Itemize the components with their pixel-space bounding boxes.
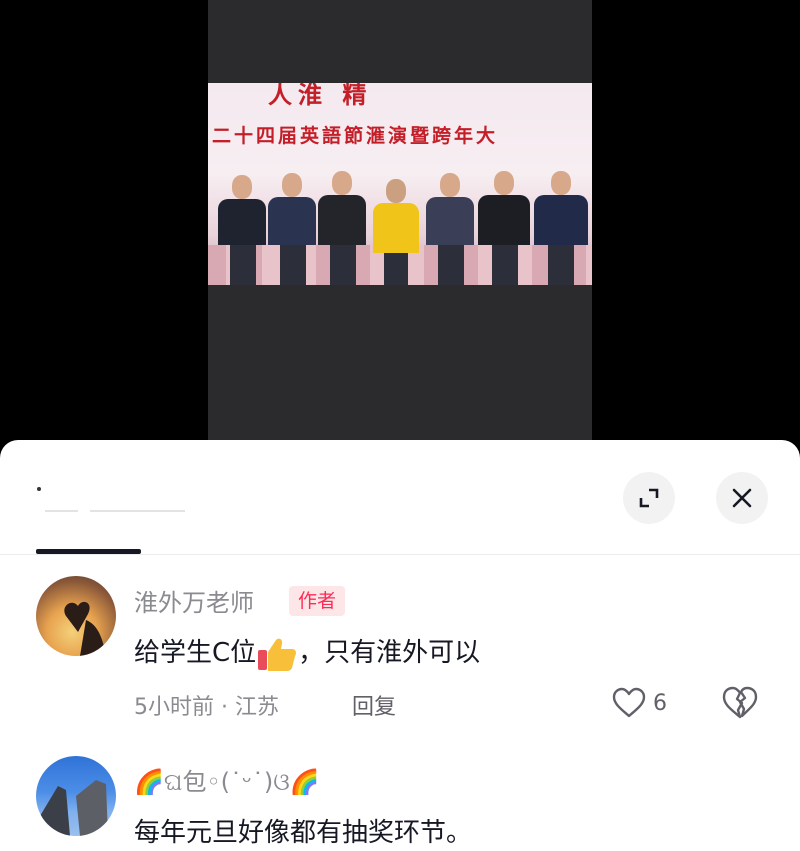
- author-badge: 作者: [289, 586, 346, 616]
- comment-sheet-header: [0, 440, 800, 555]
- broken-heart-icon: [722, 686, 758, 719]
- comment-username[interactable]: 淮外万老师: [134, 583, 254, 618]
- avatar[interactable]: [36, 576, 116, 656]
- avatar[interactable]: [36, 756, 116, 836]
- dislike-button[interactable]: [720, 685, 760, 721]
- reply-button[interactable]: 回复: [352, 689, 396, 721]
- person-figure: [218, 175, 266, 285]
- comment-text: 给学生C位 ，只有淮外可以: [134, 632, 480, 672]
- like-count: 6: [653, 690, 667, 716]
- person-figure: [534, 171, 588, 285]
- expand-icon: [639, 488, 659, 508]
- comment-time-location: 5小时前 · 江苏: [134, 695, 279, 720]
- heart-icon: [612, 687, 646, 718]
- banner-text: 二十四届英語節滙演暨跨年大: [212, 125, 499, 147]
- thumbs-up-emoji-icon: [258, 638, 297, 671]
- comment-sheet: 淮外万老师 作者 给学生C位 ，只有淮外可以 5小时前 · 江苏 回复 6 🌈ଘ…: [0, 440, 800, 851]
- person-figure: [373, 179, 419, 285]
- expand-button[interactable]: [623, 472, 675, 524]
- close-icon: [732, 488, 752, 508]
- person-figure: [426, 173, 474, 285]
- comment-text-after: ，只有淮外可以: [298, 638, 481, 668]
- video-frame[interactable]: 人淮 精 二十四届英語節滙演暨跨年大: [208, 0, 592, 440]
- title-placeholder-line: [90, 510, 185, 512]
- header-divider: [0, 554, 800, 555]
- banner-top-text: 人淮 精: [268, 83, 373, 109]
- comment-text-before: 给学生C位: [134, 638, 257, 668]
- like-button[interactable]: 6: [611, 685, 667, 721]
- close-button[interactable]: [716, 472, 768, 524]
- video-thumbnail-photo: 人淮 精 二十四届英語節滙演暨跨年大: [208, 83, 592, 285]
- title-placeholder-line: [45, 510, 78, 512]
- avatar-image: [36, 780, 108, 836]
- person-figure: [268, 173, 316, 285]
- video-player[interactable]: 人淮 精 二十四届英語節滙演暨跨年大: [0, 0, 800, 440]
- sheet-title: [37, 487, 41, 491]
- comment-username[interactable]: 🌈ଘ包◦(˙ᵕ˙)ଓ🌈: [134, 762, 320, 797]
- comment-text: 每年元旦好像都有抽奖环节。: [134, 818, 473, 848]
- person-figure: [478, 171, 530, 285]
- person-figure: [318, 171, 366, 285]
- avatar-image: [64, 601, 106, 656]
